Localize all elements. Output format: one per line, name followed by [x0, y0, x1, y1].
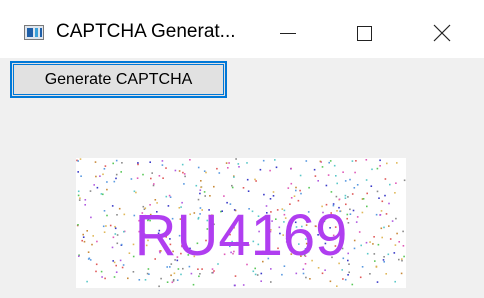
captcha-image: RU4169 [76, 158, 406, 288]
close-button[interactable] [413, 12, 471, 54]
captcha-generator-window: CAPTCHA Generat... Generate CAPTCHA RU41… [0, 0, 484, 298]
close-icon [433, 24, 451, 42]
window-title: CAPTCHA Generat... [56, 21, 236, 42]
maximize-icon [356, 25, 372, 41]
minimize-icon [280, 32, 296, 34]
maximize-button[interactable] [335, 12, 393, 54]
generate-captcha-label: Generate CAPTCHA [44, 70, 193, 88]
app-window-icon [24, 25, 44, 40]
title-bar[interactable]: CAPTCHA Generat... [0, 0, 484, 58]
generate-captcha-button[interactable]: Generate CAPTCHA [10, 61, 227, 98]
minimize-button[interactable] [259, 12, 317, 54]
captcha-text: RU4169 [134, 203, 348, 268]
